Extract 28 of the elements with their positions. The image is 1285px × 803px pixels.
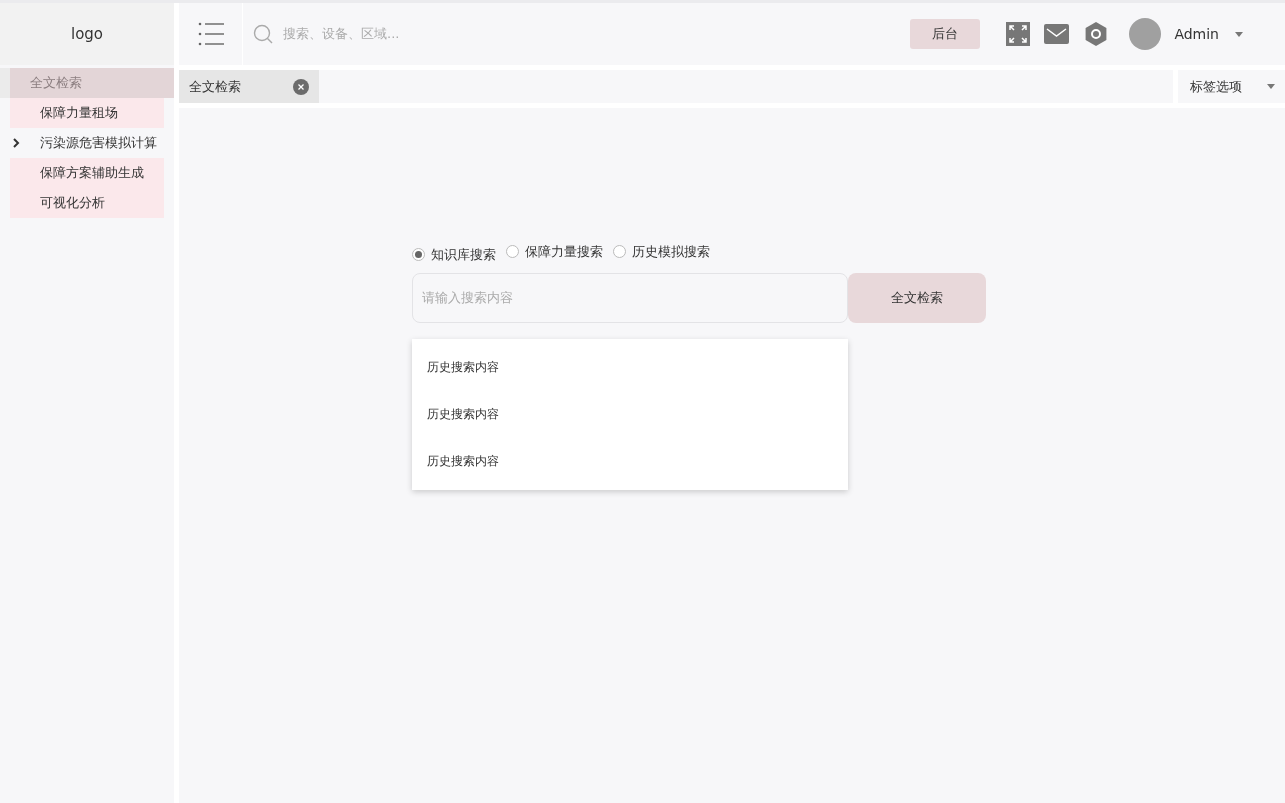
sidebar-item[interactable]: 保障力量租场 (10, 98, 164, 128)
caret-icon[interactable] (1235, 31, 1243, 37)
history-item[interactable]: 历史搜索内容 (412, 390, 848, 438)
settings-icon[interactable] (1085, 22, 1108, 46)
tab[interactable]: 全文检索 (179, 70, 319, 103)
search-input[interactable]: 请输入搜索内容 (412, 272, 848, 323)
tab-options-dropdown[interactable]: 标签选项 (1178, 70, 1285, 103)
search-button[interactable]: 全文检索 (848, 272, 986, 323)
search-icon (253, 24, 273, 44)
mail-icon[interactable] (1044, 24, 1070, 44)
radio-option[interactable]: 历史模拟搜索 (613, 242, 710, 262)
history-item[interactable]: 历史搜索内容 (412, 343, 848, 391)
chevron-icon[interactable] (12, 138, 20, 148)
user-name[interactable]: Admin (1174, 23, 1219, 45)
sidebar-item[interactable]: 污染源危害模拟计算 (10, 128, 164, 158)
fullscreen-icon[interactable] (1006, 22, 1031, 46)
logo-text: logo (70, 23, 103, 45)
avatar[interactable] (1129, 18, 1162, 50)
history-item[interactable]: 历史搜索内容 (412, 437, 848, 485)
radio-option[interactable]: 知识库搜索 (412, 245, 496, 265)
sidebar-item[interactable]: 可视化分析 (10, 188, 164, 218)
admin-button[interactable]: 后台 (910, 19, 981, 49)
close-icon[interactable] (293, 78, 309, 95)
radio-option[interactable]: 保障力量搜索 (506, 242, 603, 262)
menu-icon[interactable] (197, 21, 224, 47)
sidebar-item[interactable]: 保障方案辅助生成 (10, 158, 164, 188)
caret-icon[interactable] (1267, 84, 1275, 89)
search-field[interactable]: 搜索、设备、区域... (281, 23, 581, 45)
